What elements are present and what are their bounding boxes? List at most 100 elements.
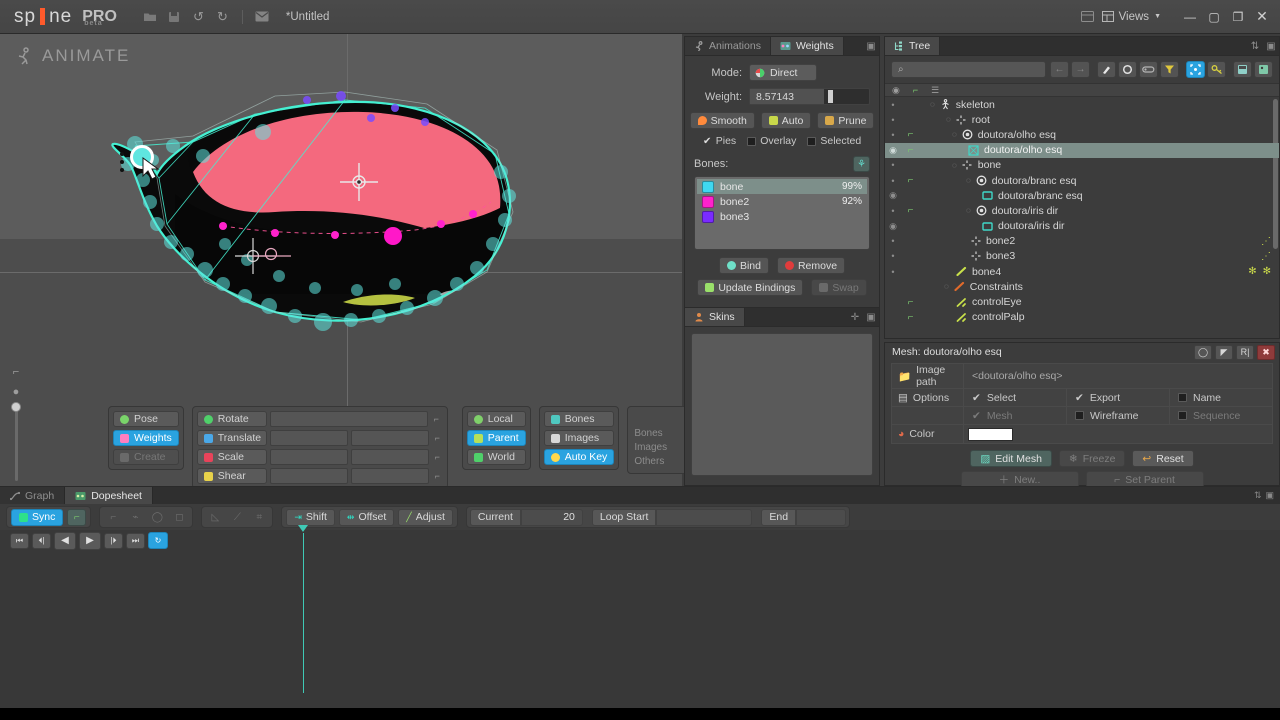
wireframe-option[interactable]: Wireframe: [1067, 407, 1170, 424]
shift-button[interactable]: ⇥ Shift: [286, 508, 335, 526]
skins-add-icon[interactable]: ✛: [847, 308, 863, 326]
sync-link-icon[interactable]: ⌐: [67, 508, 87, 526]
tab-tree[interactable]: Tree: [885, 37, 941, 55]
current-frame-value[interactable]: 20: [520, 508, 583, 526]
expand-toggle-icon[interactable]: ◌: [944, 282, 949, 291]
skip-end-icon[interactable]: ⏭: [126, 532, 145, 549]
smooth-button[interactable]: Smooth: [689, 112, 755, 129]
translate-link-icon[interactable]: ⌐: [432, 433, 443, 443]
rotate-value-field[interactable]: [269, 411, 428, 427]
tree-row-slot-branc-esq[interactable]: • ⌐ ◌ doutora/branc esq: [885, 173, 1279, 188]
skins-list[interactable]: [691, 333, 873, 476]
tree-row-bone4[interactable]: • bone4 ✻ ✻: [885, 264, 1279, 279]
skip-start-icon[interactable]: ⏮: [10, 532, 29, 549]
remove-button[interactable]: Remove: [776, 257, 846, 274]
linear-icon[interactable]: ◺: [206, 509, 224, 526]
tree-row-skeleton[interactable]: • ◌ skeleton: [885, 97, 1279, 112]
visibility-dot[interactable]: •: [885, 130, 901, 140]
key-delete-icon[interactable]: ⌁: [126, 509, 144, 526]
auto-key-toggle[interactable]: Auto Key: [543, 449, 615, 465]
tree-row-slot-olho-esq[interactable]: • ⌐ ◌ doutora/olho esq: [885, 127, 1279, 142]
tree-row-bone3[interactable]: • bone3 ⋰: [885, 249, 1279, 264]
tab-animations[interactable]: Animations: [685, 37, 771, 55]
translate-x-field[interactable]: [269, 430, 348, 446]
tree-rows[interactable]: • ◌ skeleton • ◌ root • ⌐ ◌ doutora/olho…: [885, 97, 1279, 323]
image-icon[interactable]: [1254, 61, 1273, 78]
edit-mesh-button[interactable]: ▨ Edit Mesh: [970, 450, 1052, 467]
scale-row[interactable]: Scale ⌐: [196, 449, 443, 465]
search-box[interactable]: ⌕: [891, 61, 1046, 78]
loop-start-value[interactable]: [656, 508, 753, 526]
rotate-row[interactable]: Rotate ⌐: [196, 411, 443, 427]
hook-icon[interactable]: ⌐: [901, 312, 920, 323]
delete-icon[interactable]: ✖: [1257, 344, 1275, 360]
tool-palette[interactable]: Pose Weights Create Rotate ⌐ Translate ⌐…: [108, 406, 748, 489]
weights-panel-menu[interactable]: ▣: [863, 37, 879, 55]
layout-icon[interactable]: [1080, 9, 1095, 24]
update-bindings-button[interactable]: Update Bindings: [697, 279, 804, 296]
circle-icon[interactable]: [1118, 61, 1137, 78]
tab-weights[interactable]: Weights: [770, 37, 844, 55]
maximize-button[interactable]: ▢: [1202, 7, 1226, 27]
expand-toggle-icon[interactable]: ◌: [930, 100, 935, 109]
shear-y-field[interactable]: [350, 468, 429, 484]
images-toggle[interactable]: Images: [543, 430, 615, 446]
visibility-dot[interactable]: •: [885, 206, 901, 216]
undo-icon[interactable]: ↺: [191, 9, 206, 24]
hook-icon[interactable]: ⌐: [913, 85, 918, 95]
hook-icon[interactable]: ⌐: [901, 129, 920, 140]
bone-filter-icon[interactable]: ⚘: [853, 156, 870, 172]
bone-list-item[interactable]: bone3: [697, 209, 867, 224]
constraint-icon[interactable]: ✻: [1263, 266, 1271, 277]
folder-icon[interactable]: [143, 9, 158, 24]
bones-list[interactable]: bone 99% bone2 92% bone3: [694, 176, 870, 250]
pose-button[interactable]: Pose: [113, 411, 179, 427]
local-button[interactable]: Local: [466, 411, 526, 427]
eye-icon[interactable]: ◉: [885, 221, 901, 232]
overlay-checkbox[interactable]: Overlay: [747, 135, 796, 147]
step-back-icon[interactable]: ⏴|: [32, 532, 51, 549]
save-icon[interactable]: [167, 9, 182, 24]
close-button[interactable]: ✕: [1250, 7, 1274, 27]
next-arrow-icon[interactable]: →: [1071, 61, 1090, 78]
translate-button[interactable]: Translate: [196, 430, 267, 446]
scale-y-field[interactable]: [350, 449, 429, 465]
shear-row[interactable]: Shear ⌐: [196, 468, 443, 484]
eye-icon[interactable]: ◉: [885, 190, 901, 201]
page-icon[interactable]: [1233, 61, 1252, 78]
hook-icon[interactable]: ⌐: [901, 205, 920, 216]
playhead-handle[interactable]: [297, 525, 308, 532]
scale-x-field[interactable]: [269, 449, 348, 465]
expand-toggle-icon[interactable]: ◌: [966, 206, 971, 215]
playhead[interactable]: [297, 525, 308, 693]
eye-icon[interactable]: ◉: [892, 85, 900, 96]
expand-toggle-icon[interactable]: ◌: [952, 161, 957, 170]
offset-button[interactable]: ⇹ Offset: [338, 508, 395, 526]
visibility-dot[interactable]: •: [885, 176, 901, 186]
visibility-dot[interactable]: •: [885, 236, 901, 246]
scale-button[interactable]: Scale: [196, 449, 267, 465]
create-button[interactable]: Create: [113, 449, 179, 465]
bone-list-item[interactable]: bone2 92%: [697, 194, 867, 209]
capsule-icon[interactable]: [1139, 61, 1158, 78]
visibility-dot[interactable]: •: [885, 115, 901, 125]
constraint-icon[interactable]: ⋰: [1261, 251, 1279, 262]
shear-button[interactable]: Shear: [196, 468, 267, 484]
mode-dropdown[interactable]: Direct: [749, 64, 817, 81]
circle-icon[interactable]: ◯: [1194, 344, 1212, 360]
rotate-link-icon[interactable]: ⌐: [431, 414, 442, 424]
list-icon[interactable]: ☰: [931, 85, 939, 96]
play-back-icon[interactable]: ◀: [54, 531, 76, 550]
weights-button[interactable]: Weights: [113, 430, 179, 446]
shear-x-field[interactable]: [269, 468, 348, 484]
tree-row-mesh-olho-esq[interactable]: ◉ ⌐ doutora/olho esq: [885, 142, 1279, 158]
color-swatch[interactable]: [968, 427, 1013, 441]
bind-button[interactable]: Bind: [718, 257, 769, 274]
hook-icon[interactable]: ⌐: [901, 297, 920, 308]
tree-row-controlPalp[interactable]: ⌐ controlPalp: [885, 310, 1279, 323]
rotate-handle-icon[interactable]: ●: [8, 384, 24, 400]
tag-icon[interactable]: ◤: [1215, 344, 1233, 360]
tree-row-bone[interactable]: • ◌ bone: [885, 158, 1279, 173]
name-option[interactable]: Name: [1170, 389, 1272, 406]
parent-button[interactable]: Parent: [466, 430, 526, 446]
